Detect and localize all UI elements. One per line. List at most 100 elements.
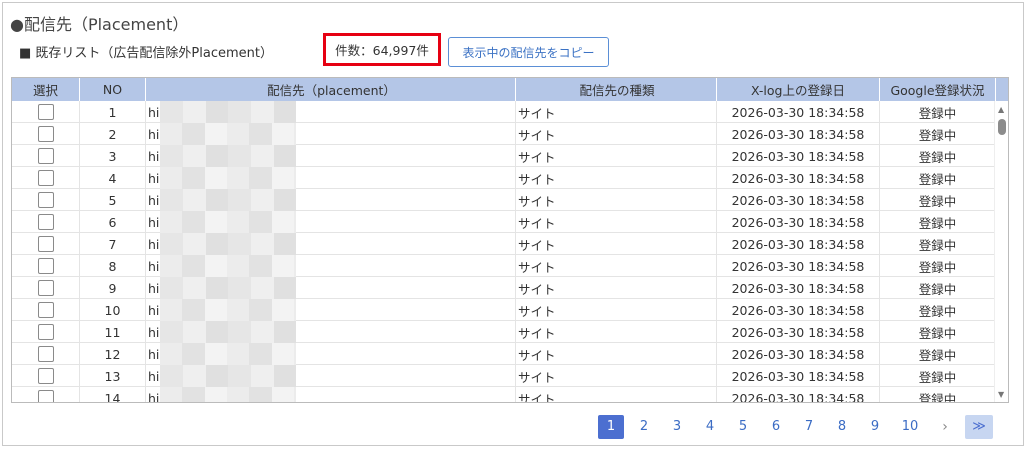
row-select-cell <box>12 343 80 365</box>
row-status-text: 登録中 <box>918 215 957 231</box>
table-row: 7 hi サイト 2026-03-30 18:34:58 登録中 <box>12 233 1008 255</box>
row-checkbox[interactable] <box>37 148 54 164</box>
row-type-text: サイト <box>518 303 556 319</box>
redacted-placement-mask <box>160 233 296 255</box>
section-title: ●配信先（Placement） <box>10 15 189 34</box>
page-6-button[interactable]: 6 <box>763 415 789 439</box>
row-checkbox[interactable] <box>37 126 54 142</box>
redacted-placement-mask <box>160 167 296 189</box>
row-checkbox[interactable] <box>37 324 54 340</box>
row-checkbox[interactable] <box>37 170 54 186</box>
row-type-text: サイト <box>518 105 556 121</box>
table-row: 5 hi サイト 2026-03-30 18:34:58 登録中 <box>12 189 1008 211</box>
row-select-cell <box>12 145 80 167</box>
row-date-text: 2026-03-30 18:34:58 <box>731 236 865 252</box>
row-status-text: 登録中 <box>918 105 957 121</box>
row-placement: hi <box>146 189 516 211</box>
row-date: 2026-03-30 18:34:58 <box>717 233 880 255</box>
row-select-cell <box>12 167 80 189</box>
row-no-text: 7 <box>108 236 117 252</box>
table-row: 2 hi サイト 2026-03-30 18:34:58 登録中 <box>12 123 1008 145</box>
row-status-text: 登録中 <box>918 391 957 403</box>
page-8-button[interactable]: 8 <box>829 415 855 439</box>
row-date: 2026-03-30 18:34:58 <box>717 365 880 387</box>
row-checkbox[interactable] <box>37 104 54 120</box>
row-status-text: 登録中 <box>918 325 957 341</box>
row-checkbox[interactable] <box>37 346 54 362</box>
row-type: サイト <box>516 277 717 299</box>
page-3-button[interactable]: 3 <box>664 415 690 439</box>
table-row: 12 hi サイト 2026-03-30 18:34:58 登録中 <box>12 343 1008 365</box>
row-placement: hi <box>146 211 516 233</box>
row-placement-text: hi <box>148 302 160 318</box>
redacted-placement-mask <box>160 189 296 211</box>
row-date: 2026-03-30 18:34:58 <box>717 343 880 365</box>
page-5-button[interactable]: 5 <box>730 415 756 439</box>
row-no-text: 3 <box>108 148 117 164</box>
row-status: 登録中 <box>880 277 996 299</box>
row-date: 2026-03-30 18:34:58 <box>717 277 880 299</box>
row-placement-text: hi <box>148 258 160 274</box>
redacted-placement-mask <box>160 255 296 277</box>
row-status: 登録中 <box>880 233 996 255</box>
scroll-up-icon[interactable]: ▲ <box>998 105 1004 114</box>
header-no: NO <box>80 78 146 101</box>
page-1-button[interactable]: 1 <box>598 414 624 439</box>
page-4-button[interactable]: 4 <box>697 415 723 439</box>
row-checkbox[interactable] <box>37 302 54 318</box>
row-type: サイト <box>516 233 717 255</box>
row-checkbox[interactable] <box>37 368 54 384</box>
row-date: 2026-03-30 18:34:58 <box>717 145 880 167</box>
row-status: 登録中 <box>880 255 996 277</box>
next-page-icon[interactable]: › <box>932 415 958 439</box>
row-checkbox[interactable] <box>37 236 54 252</box>
row-type: サイト <box>516 299 717 321</box>
row-checkbox[interactable] <box>37 390 54 402</box>
page-10-button[interactable]: 10 <box>895 415 925 439</box>
redacted-placement-mask <box>160 343 296 365</box>
row-no-text: 6 <box>108 214 117 230</box>
table-row: 3 hi サイト 2026-03-30 18:34:58 登録中 <box>12 145 1008 167</box>
row-placement-text: hi <box>148 126 160 142</box>
row-date-text: 2026-03-30 18:34:58 <box>731 214 865 230</box>
row-status-text: 登録中 <box>918 347 957 363</box>
row-no: 3 <box>80 145 146 167</box>
scroll-thumb[interactable] <box>998 119 1006 135</box>
row-no-text: 9 <box>108 280 117 296</box>
row-date-text: 2026-03-30 18:34:58 <box>731 170 865 186</box>
row-date-text: 2026-03-30 18:34:58 <box>731 368 865 384</box>
page-7-button[interactable]: 7 <box>796 415 822 439</box>
row-status-text: 登録中 <box>918 127 957 143</box>
row-placement-text: hi <box>148 368 160 384</box>
page-2-button[interactable]: 2 <box>631 415 657 439</box>
row-placement: hi <box>146 233 516 255</box>
row-type-text: サイト <box>518 281 556 297</box>
row-placement: hi <box>146 299 516 321</box>
redacted-placement-mask <box>160 299 296 321</box>
row-placement-text: hi <box>148 346 160 362</box>
last-page-icon[interactable]: ≫ <box>965 414 993 439</box>
redacted-placement-mask <box>160 387 296 402</box>
row-no-text: 11 <box>104 324 121 340</box>
row-placement-text: hi <box>148 390 160 403</box>
row-checkbox[interactable] <box>37 280 54 296</box>
table-scrollbar[interactable]: ▲ ▼ <box>994 101 1008 402</box>
page-9-button[interactable]: 9 <box>862 415 888 439</box>
row-status-text: 登録中 <box>918 171 957 187</box>
row-no-text: 12 <box>104 346 121 362</box>
row-placement: hi <box>146 167 516 189</box>
row-checkbox[interactable] <box>37 258 54 274</box>
row-checkbox[interactable] <box>37 214 54 230</box>
copy-displayed-placements-button[interactable]: 表示中の配信先をコピー <box>448 37 609 67</box>
row-status-text: 登録中 <box>918 237 957 253</box>
row-no: 14 <box>80 387 146 402</box>
row-no-text: 10 <box>104 302 121 318</box>
row-status: 登録中 <box>880 145 996 167</box>
row-type-text: サイト <box>518 149 556 165</box>
row-no: 7 <box>80 233 146 255</box>
row-no: 6 <box>80 211 146 233</box>
row-checkbox[interactable] <box>37 192 54 208</box>
row-no: 9 <box>80 277 146 299</box>
row-placement-text: hi <box>148 324 160 340</box>
scroll-down-icon[interactable]: ▼ <box>998 390 1004 399</box>
